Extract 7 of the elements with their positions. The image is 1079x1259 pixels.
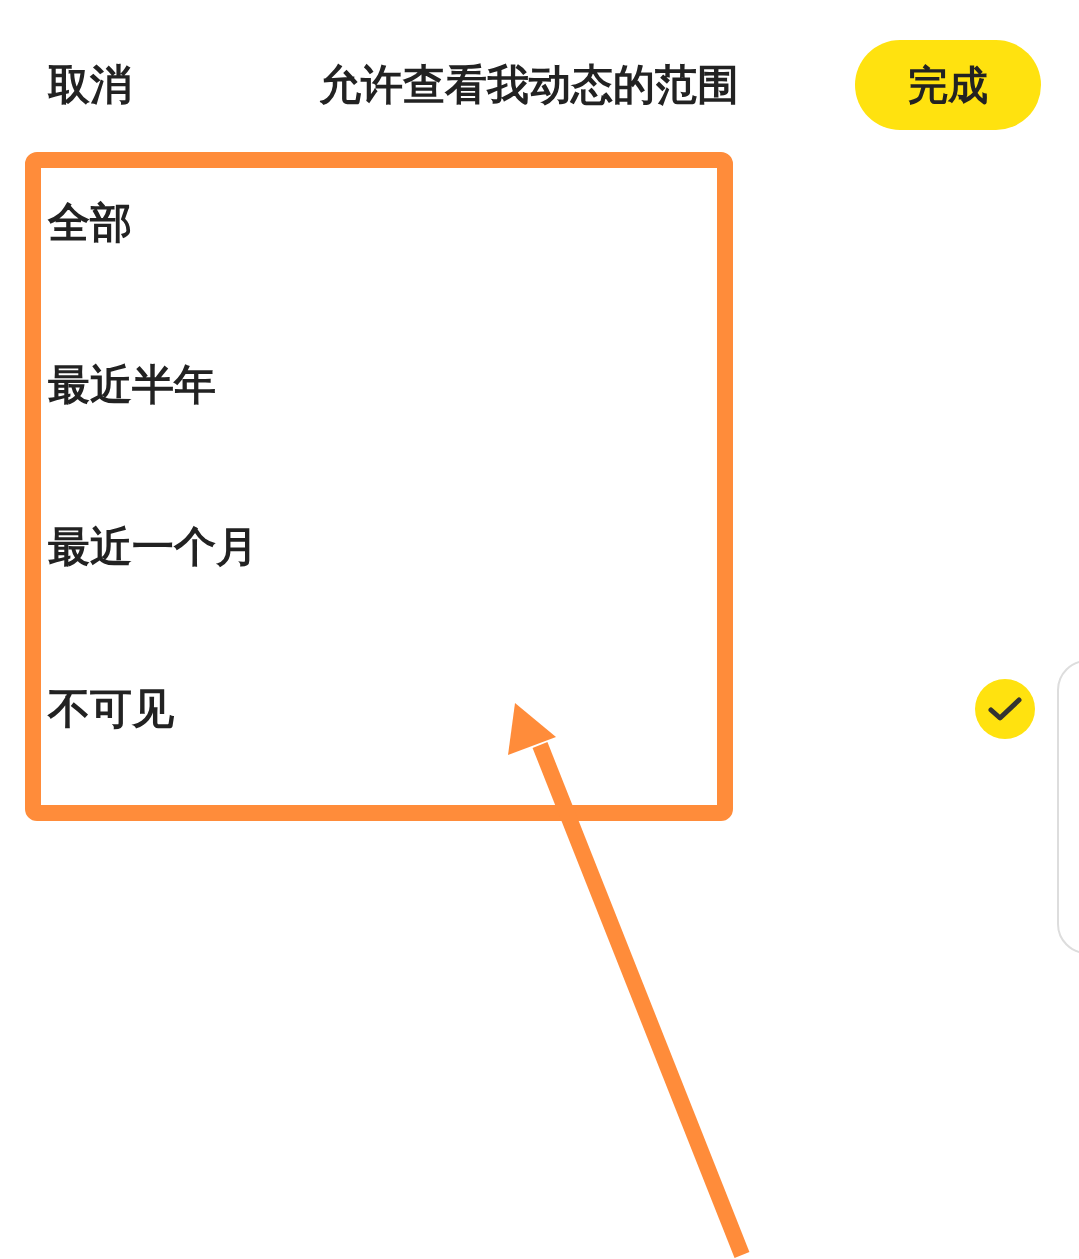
option-row[interactable]: 不可见 [0, 628, 1050, 790]
done-button[interactable]: 完成 [855, 40, 1041, 130]
option-row[interactable]: 全部 [0, 142, 1050, 304]
cancel-button[interactable]: 取消 [48, 57, 132, 113]
option-row[interactable]: 最近一个月 [0, 466, 1050, 628]
page-title: 允许查看我动态的范围 [318, 59, 739, 111]
option-row[interactable]: 最近半年 [0, 304, 1050, 466]
